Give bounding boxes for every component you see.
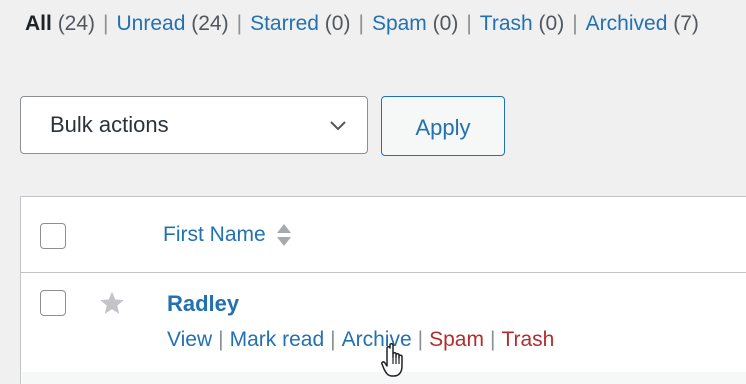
row-checkbox[interactable] [40, 290, 66, 316]
column-header-first-name-label: First Name [163, 223, 266, 246]
filter-links: All (24) | Unread (24) | Starred (0) | Spam (0… [25, 9, 699, 39]
filter-starred[interactable]: Starred (0) [250, 12, 350, 35]
separator: | [466, 12, 472, 35]
filter-unread[interactable]: Unread (24) [117, 12, 229, 35]
select-all-checkbox[interactable] [40, 223, 66, 249]
filter-archived[interactable]: Archived (7) [586, 12, 699, 35]
separator: | [330, 328, 336, 351]
mark-read-link[interactable]: Mark read [230, 328, 325, 351]
spam-link[interactable]: Spam [429, 328, 484, 351]
filter-trash[interactable]: Trash (0) [480, 12, 564, 35]
filter-trash-label: Trash [479, 12, 533, 35]
sort-icon [276, 224, 291, 246]
separator: | [489, 328, 496, 351]
entries-page: All (24) | Unread (24) | Starred (0) | Spam (0… [0, 0, 746, 384]
table-header: First Name [21, 197, 746, 273]
filter-archived-label: Archived [585, 12, 668, 35]
filter-all[interactable]: All (24) [25, 12, 95, 35]
separator: | [236, 12, 243, 35]
separator: | [218, 328, 224, 351]
entry-name-link[interactable]: Radley [167, 291, 239, 317]
filter-all-label: All [25, 12, 52, 35]
separator: | [572, 12, 578, 35]
chevron-down-icon [330, 121, 346, 131]
apply-button[interactable]: Apply [381, 96, 505, 156]
filter-spam[interactable]: Spam (0) [372, 12, 458, 35]
filter-starred-count: (0) [324, 12, 351, 35]
star-icon[interactable] [99, 290, 125, 316]
filter-spam-label: Spam [371, 12, 427, 35]
filter-trash-count: (0) [538, 12, 565, 35]
separator: | [417, 328, 424, 351]
filter-unread-label: Unread [116, 12, 186, 35]
separator: | [103, 12, 109, 35]
hand-pointer-icon [381, 342, 403, 377]
filter-archived-count: (7) [673, 12, 699, 35]
filter-unread-count: (24) [191, 12, 229, 35]
filter-all-count: (24) [57, 12, 96, 35]
filter-spam-count: (0) [432, 12, 459, 35]
filter-starred-label: Starred [250, 12, 319, 35]
trash-link[interactable]: Trash [501, 328, 554, 351]
bulk-actions-value: Bulk actions [50, 112, 169, 137]
view-link[interactable]: View [167, 328, 212, 351]
bulk-actions-select[interactable]: Bulk actions [20, 96, 368, 154]
separator: | [358, 12, 364, 35]
column-header-first-name[interactable]: First Name [163, 222, 292, 248]
row-actions: View | Mark read | Archive | Spam | Trash [167, 328, 554, 352]
